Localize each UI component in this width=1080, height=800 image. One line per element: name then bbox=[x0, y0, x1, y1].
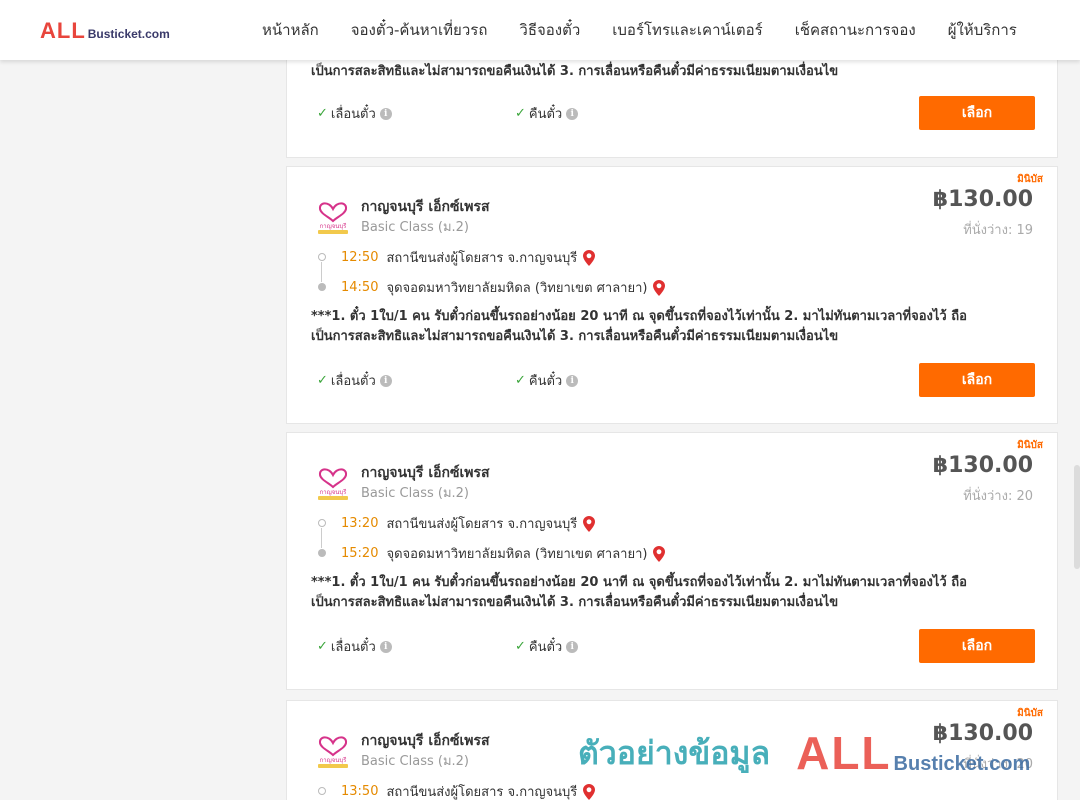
bus-class: Basic Class (ม.2) bbox=[361, 220, 469, 235]
reschedule-label: เลื่อนตั๋ว bbox=[330, 640, 376, 655]
operator-name: กาญจนบุรี เอ็กซ์เพรส bbox=[361, 733, 490, 749]
scrollbar-thumb[interactable] bbox=[1074, 465, 1080, 569]
bus-type-badge: มินิบัส bbox=[1017, 440, 1043, 451]
departure-time: 13:20 bbox=[341, 516, 379, 531]
svg-text:กาญจนบุรี: กาญจนบุรี bbox=[320, 222, 348, 230]
nav-contact-counters[interactable]: เบอร์โทรและเคาน์เตอร์ bbox=[612, 18, 762, 42]
bus-class: Basic Class (ม.2) bbox=[361, 754, 469, 769]
info-icon[interactable]: i bbox=[566, 640, 579, 653]
nav-how-to-book[interactable]: วิธีจองตั๋ว bbox=[519, 18, 580, 42]
route-origin-dot bbox=[318, 787, 326, 795]
arrival-place: จุดจอดมหาวิทยาลัยมหิดล (วิทยาเขต ศาลายา) bbox=[386, 547, 648, 562]
select-trip-button[interactable]: เลือก bbox=[919, 96, 1035, 130]
check-icon: ✓ bbox=[515, 639, 526, 654]
trip-card: มินิบัส กาญจนบุรี กาญจนบุรี เอ็กซ์เพรส B… bbox=[286, 432, 1058, 690]
info-icon[interactable]: i bbox=[566, 107, 579, 120]
operator-name: กาญจนบุรี เอ็กซ์เพรส bbox=[361, 465, 490, 481]
bus-type-badge: มินิบัส bbox=[1017, 708, 1043, 719]
bus-class: Basic Class (ม.2) bbox=[361, 486, 469, 501]
trip-card: มินิบัส กาญจนบุรี กาญจนบุรี เอ็กซ์เพรส B… bbox=[286, 166, 1058, 424]
departure-stop: 13:50 สถานีขนส่งผู้โดยสาร จ.กาญจนบุรี bbox=[341, 781, 596, 800]
reschedule-label: เลื่อนตั๋ว bbox=[330, 374, 376, 389]
bus-type-badge: มินิบัส bbox=[1017, 174, 1043, 185]
departure-stop: 13:20 สถานีขนส่งผู้โดยสาร จ.กาญจนบุรี bbox=[341, 513, 596, 534]
nav-book-search[interactable]: จองตั๋ว-ค้นหาเที่ยวรถ bbox=[351, 18, 488, 42]
select-trip-button[interactable]: เลือก bbox=[919, 363, 1035, 397]
departure-time: 13:50 bbox=[341, 784, 379, 799]
info-icon[interactable]: i bbox=[379, 640, 392, 653]
trip-terms: ***1. ตั๋ว 1ใบ/1 คน รับตั๋วก่อนขึ้นรถอย่… bbox=[311, 573, 1011, 613]
refund-feature: ✓ คืนตั๋ว i bbox=[515, 636, 579, 657]
map-pin-icon[interactable] bbox=[653, 545, 666, 562]
departure-time: 12:50 bbox=[341, 250, 379, 265]
arrival-time: 14:50 bbox=[341, 280, 379, 295]
trip-price: ฿130.00 bbox=[932, 453, 1033, 478]
trip-price: ฿130.00 bbox=[932, 721, 1033, 746]
trip-price: ฿130.00 bbox=[932, 187, 1033, 212]
operator-logo: กาญจนบุรี bbox=[318, 468, 348, 500]
refund-label: คืนตั๋ว bbox=[528, 640, 563, 655]
route-destination-dot bbox=[318, 283, 326, 291]
info-icon[interactable]: i bbox=[566, 374, 579, 387]
reschedule-label: เลื่อนตั๋ว bbox=[330, 107, 376, 122]
route-origin-dot bbox=[318, 253, 326, 261]
available-seats: ที่นั่งว่าง: 20 bbox=[963, 489, 1033, 504]
terms-line: เป็นการสละสิทธิและไม่สามารถขอคืนเงินได้ … bbox=[311, 329, 839, 344]
info-icon[interactable]: i bbox=[379, 374, 392, 387]
terms-line: ***1. ตั๋ว 1ใบ/1 คน รับตั๋วก่อนขึ้นรถอย่… bbox=[311, 309, 967, 324]
main-nav: หน้าหลัก จองตั๋ว-ค้นหาเที่ยวรถ วิธีจองตั… bbox=[246, 0, 1033, 60]
operator-logo: กาญจนบุรี bbox=[318, 736, 348, 768]
logo-domain-text: Busticket.com bbox=[87, 27, 170, 41]
route-destination-dot bbox=[318, 549, 326, 557]
reschedule-feature: ✓ เลื่อนตั๋ว i bbox=[317, 636, 392, 657]
nav-check-booking[interactable]: เช็คสถานะการจอง bbox=[795, 18, 916, 42]
nav-operators[interactable]: ผู้ให้บริการ bbox=[948, 18, 1017, 42]
terms-line: ***1. ตั๋ว 1ใบ/1 คน รับตั๋วก่อนขึ้นรถอย่… bbox=[311, 575, 967, 590]
select-trip-button[interactable]: เลือก bbox=[919, 629, 1035, 663]
site-header: ALL Busticket.com หน้าหลัก จองตั๋ว-ค้นหา… bbox=[0, 0, 1080, 60]
refund-label: คืนตั๋ว bbox=[528, 374, 563, 389]
svg-text:กาญจนบุรี: กาญจนบุรี bbox=[320, 488, 348, 496]
svg-text:กาญจนบุรี: กาญจนบุรี bbox=[320, 756, 348, 764]
logo-all-text: ALL bbox=[40, 18, 86, 43]
departure-stop: 12:50 สถานีขนส่งผู้โดยสาร จ.กาญจนบุรี bbox=[341, 247, 596, 268]
reschedule-feature: ✓ เลื่อนตั๋ว i bbox=[317, 370, 392, 391]
departure-place: สถานีขนส่งผู้โดยสาร จ.กาญจนบุรี bbox=[386, 785, 578, 800]
refund-feature: ✓ คืนตั๋ว i bbox=[515, 370, 579, 391]
site-logo[interactable]: ALL Busticket.com bbox=[40, 18, 170, 44]
map-pin-icon[interactable] bbox=[583, 783, 596, 800]
operator-logo: กาญจนบุรี bbox=[318, 202, 348, 234]
route-origin-dot bbox=[318, 519, 326, 527]
trip-terms: ***1. ตั๋ว 1ใบ/1 คน รับตั๋วก่อนขึ้นรถอย่… bbox=[311, 307, 1011, 347]
check-icon: ✓ bbox=[317, 639, 328, 654]
arrival-place: จุดจอดมหาวิทยาลัยมหิดล (วิทยาเขต ศาลายา) bbox=[386, 281, 648, 296]
refund-label: คืนตั๋ว bbox=[528, 107, 563, 122]
trip-card: มินิบัส กาญจนบุรี กาญจนบุรี เอ็กซ์เพรส B… bbox=[286, 700, 1058, 800]
check-icon: ✓ bbox=[515, 373, 526, 388]
map-pin-icon[interactable] bbox=[583, 515, 596, 532]
available-seats: ที่นั่งว่าง: 20 bbox=[963, 757, 1033, 772]
departure-place: สถานีขนส่งผู้โดยสาร จ.กาญจนบุรี bbox=[386, 251, 578, 266]
nav-home[interactable]: หน้าหลัก bbox=[262, 18, 319, 42]
arrival-stop: 14:50 จุดจอดมหาวิทยาลัยมหิดล (วิทยาเขต ศ… bbox=[341, 277, 666, 298]
departure-place: สถานีขนส่งผู้โดยสาร จ.กาญจนบุรี bbox=[386, 517, 578, 532]
trip-terms: เป็นการสละสิทธิและไม่สามารถขอคืนเงินได้ … bbox=[311, 64, 839, 79]
arrival-stop: 15:20 จุดจอดมหาวิทยาลัยมหิดล (วิทยาเขต ศ… bbox=[341, 543, 666, 564]
route-line bbox=[321, 528, 322, 548]
check-icon: ✓ bbox=[515, 106, 526, 121]
available-seats: ที่นั่งว่าง: 19 bbox=[963, 223, 1033, 238]
refund-feature: ✓ คืนตั๋ว i bbox=[515, 103, 579, 124]
terms-line: เป็นการสละสิทธิและไม่สามารถขอคืนเงินได้ … bbox=[311, 595, 839, 610]
page-scrollbar[interactable] bbox=[1072, 60, 1080, 800]
route-line bbox=[321, 262, 322, 282]
check-icon: ✓ bbox=[317, 373, 328, 388]
reschedule-feature: ✓ เลื่อนตั๋ว i bbox=[317, 103, 392, 124]
map-pin-icon[interactable] bbox=[583, 249, 596, 266]
map-pin-icon[interactable] bbox=[653, 279, 666, 296]
arrival-time: 15:20 bbox=[341, 546, 379, 561]
info-icon[interactable]: i bbox=[379, 107, 392, 120]
check-icon: ✓ bbox=[317, 106, 328, 121]
operator-name: กาญจนบุรี เอ็กซ์เพรส bbox=[361, 199, 490, 215]
